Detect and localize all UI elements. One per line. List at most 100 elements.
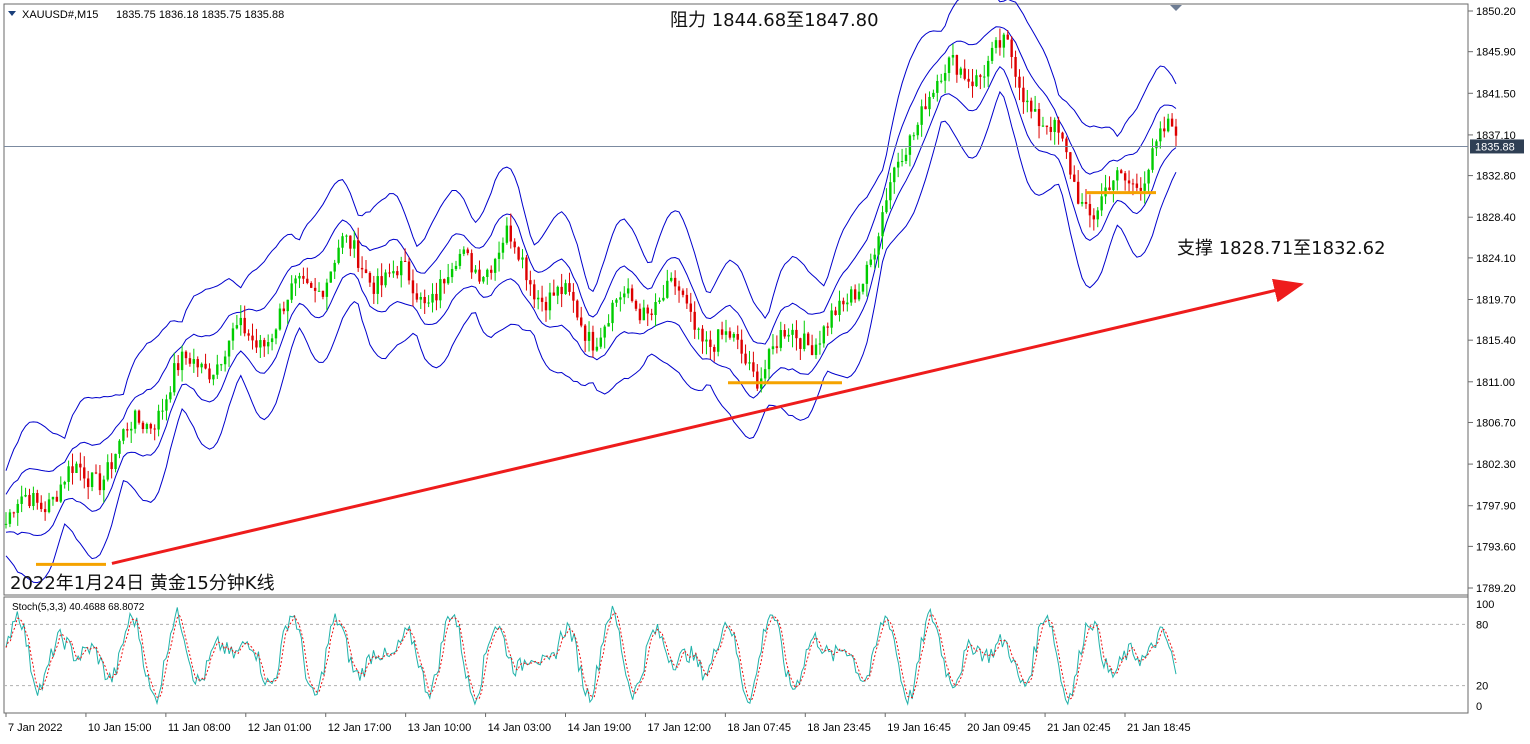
candle-body bbox=[145, 424, 149, 430]
candle-body bbox=[732, 334, 736, 338]
candle-body bbox=[32, 493, 35, 507]
candle-body bbox=[650, 313, 653, 316]
candle-body bbox=[1143, 183, 1146, 191]
candle-body bbox=[873, 254, 876, 260]
candle-body bbox=[850, 289, 853, 303]
candle-body bbox=[685, 294, 689, 304]
candle-body bbox=[619, 297, 622, 300]
candle-body bbox=[450, 269, 454, 278]
time-axis: 7 Jan 2022 10 Jan 15:00 11 Jan 08:00 12 Jan… bbox=[5, 713, 1191, 734]
price-tick-label: 1824.10 bbox=[1476, 253, 1516, 265]
candle-body bbox=[748, 362, 751, 364]
candle-body bbox=[368, 272, 372, 283]
candle-body bbox=[583, 325, 587, 341]
candle-body bbox=[556, 286, 559, 296]
candle-body bbox=[75, 463, 78, 473]
candle-body bbox=[646, 307, 649, 314]
candle-body bbox=[975, 75, 978, 87]
candle-body bbox=[1014, 56, 1017, 77]
candle-body bbox=[834, 310, 837, 315]
candle-body bbox=[513, 241, 516, 248]
candle-body bbox=[517, 247, 520, 260]
time-tick-label: 10 Jan 15:00 bbox=[88, 722, 152, 734]
candle-body bbox=[251, 335, 254, 341]
candle-body bbox=[28, 494, 31, 507]
candle-body bbox=[490, 269, 493, 273]
candle-body bbox=[1100, 196, 1103, 211]
candle-body bbox=[239, 317, 242, 326]
candle-body bbox=[767, 349, 771, 370]
candle-body bbox=[329, 271, 332, 283]
candle-body bbox=[1170, 118, 1174, 127]
candle-body bbox=[349, 235, 352, 249]
candle-body bbox=[310, 283, 313, 288]
candle-body bbox=[8, 512, 12, 524]
candle-body bbox=[912, 135, 916, 137]
candle-body bbox=[173, 363, 176, 393]
candle-body bbox=[634, 300, 638, 309]
candle-body bbox=[1069, 152, 1072, 175]
candle-body bbox=[1131, 183, 1135, 185]
candle-body bbox=[1053, 119, 1056, 132]
candle-body bbox=[419, 296, 422, 300]
candle-body bbox=[423, 296, 426, 304]
candle-body bbox=[1084, 201, 1088, 204]
candle-body bbox=[130, 428, 133, 431]
candle-body bbox=[1076, 181, 1080, 204]
candle-body bbox=[983, 76, 986, 78]
candle-body bbox=[842, 300, 845, 305]
candle-body bbox=[313, 287, 317, 291]
candle-body bbox=[263, 340, 266, 347]
current-price-value: 1835.88 bbox=[1475, 141, 1515, 153]
candle-body bbox=[51, 496, 55, 500]
candle-body bbox=[427, 302, 430, 304]
candle-body bbox=[247, 333, 250, 336]
price-tick-label: 1815.40 bbox=[1476, 335, 1516, 347]
candle-body bbox=[662, 297, 665, 301]
time-tick-label: 14 Jan 19:00 bbox=[568, 722, 632, 734]
candle-body bbox=[1163, 128, 1166, 132]
candle-body bbox=[376, 276, 379, 294]
candle-body bbox=[176, 363, 180, 371]
candle-body bbox=[544, 301, 548, 311]
candle-body bbox=[1108, 187, 1111, 191]
time-tick-label: 18 Jan 23:45 bbox=[807, 722, 871, 734]
candle-body bbox=[638, 308, 642, 321]
price-tick-label: 1797.90 bbox=[1476, 501, 1516, 513]
candle-body bbox=[783, 330, 786, 337]
candle-body bbox=[924, 106, 927, 110]
candle-body bbox=[736, 334, 739, 340]
candle-body bbox=[666, 280, 669, 298]
candle-body bbox=[681, 290, 685, 295]
candle-body bbox=[779, 330, 782, 348]
candle-body bbox=[900, 161, 904, 163]
candle-body bbox=[274, 329, 278, 339]
candle-body bbox=[799, 338, 802, 349]
candle-body bbox=[994, 40, 998, 48]
candle-body bbox=[947, 57, 951, 74]
candle-body bbox=[169, 392, 172, 400]
price-axis: 1850.201845.901841.501837.101832.801828.… bbox=[1468, 6, 1516, 595]
candle-body bbox=[529, 280, 532, 285]
candle-body bbox=[986, 60, 990, 77]
time-tick-label: 18 Jan 07:45 bbox=[727, 722, 791, 734]
candle-body bbox=[411, 280, 415, 294]
candle-body bbox=[580, 317, 583, 326]
candle-body bbox=[231, 328, 235, 341]
candle-body bbox=[654, 302, 657, 316]
candle-body bbox=[540, 297, 544, 302]
candle-body bbox=[1061, 132, 1064, 139]
support-annotation: 支撑 1828.71至1832.62 bbox=[1177, 238, 1386, 259]
candle-body bbox=[865, 264, 869, 284]
candle-body bbox=[380, 276, 383, 286]
stoch-level-label: 80 bbox=[1476, 619, 1488, 631]
candle-body bbox=[857, 291, 861, 300]
candle-body bbox=[396, 271, 399, 276]
candle-body bbox=[255, 340, 258, 348]
candle-body bbox=[814, 344, 818, 355]
stoch-level-label: 100 bbox=[1476, 599, 1494, 611]
chart-caption: 2022年1月24日 黄金15分钟K线 bbox=[10, 573, 275, 594]
candle-body bbox=[936, 80, 939, 93]
candle-body bbox=[615, 299, 618, 303]
candle-body bbox=[1049, 126, 1052, 132]
